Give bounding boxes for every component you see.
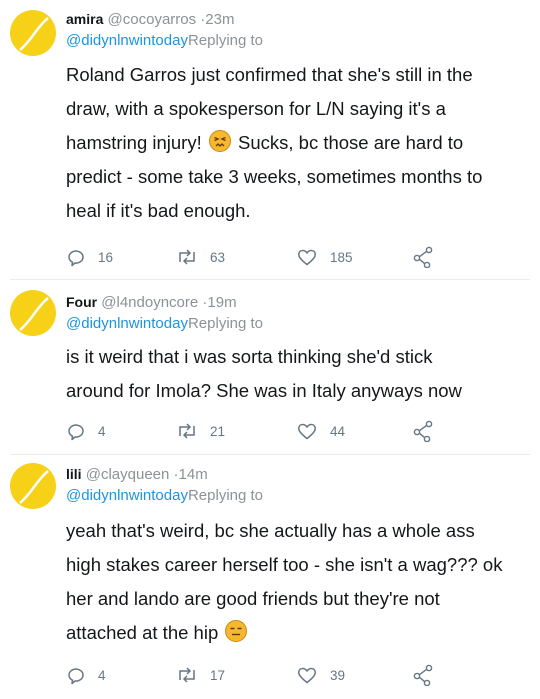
tweet-header: lili @clayqueen ·14m xyxy=(66,464,208,485)
tweet-text-line: Roland Garros just confirmed that she's … xyxy=(66,64,473,85)
reply-icon xyxy=(68,424,84,441)
tweet-text-segment: hamstring injury! xyxy=(66,132,202,153)
timestamp[interactable]: 23m xyxy=(205,11,234,28)
tweet-text: is it weird that i was sorta thinking sh… xyxy=(66,340,528,408)
like-count: 185 xyxy=(330,249,353,265)
reply-count: 16 xyxy=(98,249,114,265)
retweet-icon xyxy=(179,423,195,439)
share-icon xyxy=(413,664,433,686)
replying-to: @didynlnwintodayReplying to xyxy=(66,486,263,506)
tweet-actions: 4 17 39 xyxy=(66,663,486,687)
avatar[interactable] xyxy=(10,463,56,509)
replying-to-label: Replying to xyxy=(187,32,264,49)
heart-icon xyxy=(298,667,316,684)
tennis-ball-icon xyxy=(19,297,49,331)
reply-count: 4 xyxy=(98,667,106,683)
display-name[interactable]: Four xyxy=(66,294,97,310)
share-button[interactable] xyxy=(412,419,434,443)
share-button[interactable] xyxy=(412,663,434,687)
avatar[interactable] xyxy=(10,10,56,56)
tweet-text-line: hamstring injury! Sucks, bc those are ha… xyxy=(66,126,528,160)
share-icon xyxy=(413,420,433,442)
tweet-text-line: her and lando are good friends but they'… xyxy=(66,588,440,609)
share-icon xyxy=(413,246,433,268)
tweet-header: Four @l4ndoyncore ·19m xyxy=(66,292,237,313)
tweet-header: amira @cocoyarros ·23m xyxy=(66,9,234,30)
retweet-icon xyxy=(179,249,195,265)
retweet-count: 17 xyxy=(210,667,226,683)
tennis-ball-icon xyxy=(19,17,49,51)
retweet-icon xyxy=(179,667,195,683)
user-handle[interactable]: @l4ndoyncore xyxy=(101,294,198,311)
user-handle[interactable]: @clayqueen xyxy=(86,466,170,483)
tweet-text-segment: attached at the hip xyxy=(66,622,219,643)
timestamp[interactable]: 14m xyxy=(179,466,208,483)
tweet-text-line: heal if it's bad enough. xyxy=(66,200,251,221)
reply-button[interactable]: 4 xyxy=(66,663,106,687)
expressionless-face-emoji xyxy=(225,620,248,642)
tweet-text-line: is it weird that i was sorta thinking sh… xyxy=(66,346,433,367)
timestamp[interactable]: 19m xyxy=(207,294,236,311)
tennis-ball-icon xyxy=(19,470,49,504)
retweet-count: 21 xyxy=(210,423,226,439)
tweet-text-line: draw, with a spokesperson for L/N saying… xyxy=(66,98,446,119)
display-name[interactable]: lili xyxy=(66,466,82,482)
like-button[interactable]: 185 xyxy=(296,245,353,269)
avatar[interactable] xyxy=(10,290,56,336)
divider xyxy=(10,454,530,455)
retweet-button[interactable]: 21 xyxy=(176,419,225,443)
user-handle[interactable]: @cocoyarros xyxy=(108,11,197,28)
reply-icon xyxy=(68,668,84,685)
tweet-text-line: yeah that's weird, bc she actually has a… xyxy=(66,520,475,541)
reply-user-link[interactable]: @didynlnwintoday xyxy=(66,32,188,49)
heart-icon xyxy=(298,423,316,440)
replying-to: @didynlnwintodayReplying to xyxy=(66,31,263,51)
reply-user-link[interactable]: @didynlnwintoday xyxy=(66,487,188,504)
like-count: 39 xyxy=(330,667,346,683)
display-name[interactable]: amira xyxy=(66,11,103,27)
reply-button[interactable]: 16 xyxy=(66,245,113,269)
like-count: 44 xyxy=(330,423,346,439)
reply-icon xyxy=(68,250,84,267)
share-button[interactable] xyxy=(412,245,434,269)
retweet-button[interactable]: 17 xyxy=(176,663,225,687)
tweet-text: Roland Garros just confirmed that she's … xyxy=(66,58,528,228)
tweet-text-line: predict - some take 3 weeks, sometimes m… xyxy=(66,166,483,187)
retweet-button[interactable]: 63 xyxy=(176,245,225,269)
tweet-text: yeah that's weird, bc she actually has a… xyxy=(66,514,528,650)
tweet-text-line: high stakes career herself too - she isn… xyxy=(66,554,503,575)
heart-icon xyxy=(298,249,316,266)
like-button[interactable]: 44 xyxy=(296,419,345,443)
like-button[interactable]: 39 xyxy=(296,663,345,687)
replying-to-label: Replying to xyxy=(187,487,264,504)
retweet-count: 63 xyxy=(210,249,226,265)
persevering-face-emoji xyxy=(208,130,231,152)
reply-button[interactable]: 4 xyxy=(66,419,106,443)
tweet-actions: 16 63 185 xyxy=(66,245,486,269)
tweet-actions: 4 21 44 xyxy=(66,419,486,443)
replying-to-label: Replying to xyxy=(187,315,264,332)
tweet-text-segment: Sucks, bc those are hard to xyxy=(238,132,464,153)
replying-to: @didynlnwintodayReplying to xyxy=(66,314,263,334)
reply-user-link[interactable]: @didynlnwintoday xyxy=(66,315,188,332)
reply-count: 4 xyxy=(98,423,106,439)
tweet-text-line: attached at the hip xyxy=(66,616,528,650)
divider xyxy=(10,279,530,280)
tweet-text-line: around for Imola? She was in Italy anywa… xyxy=(66,380,462,401)
